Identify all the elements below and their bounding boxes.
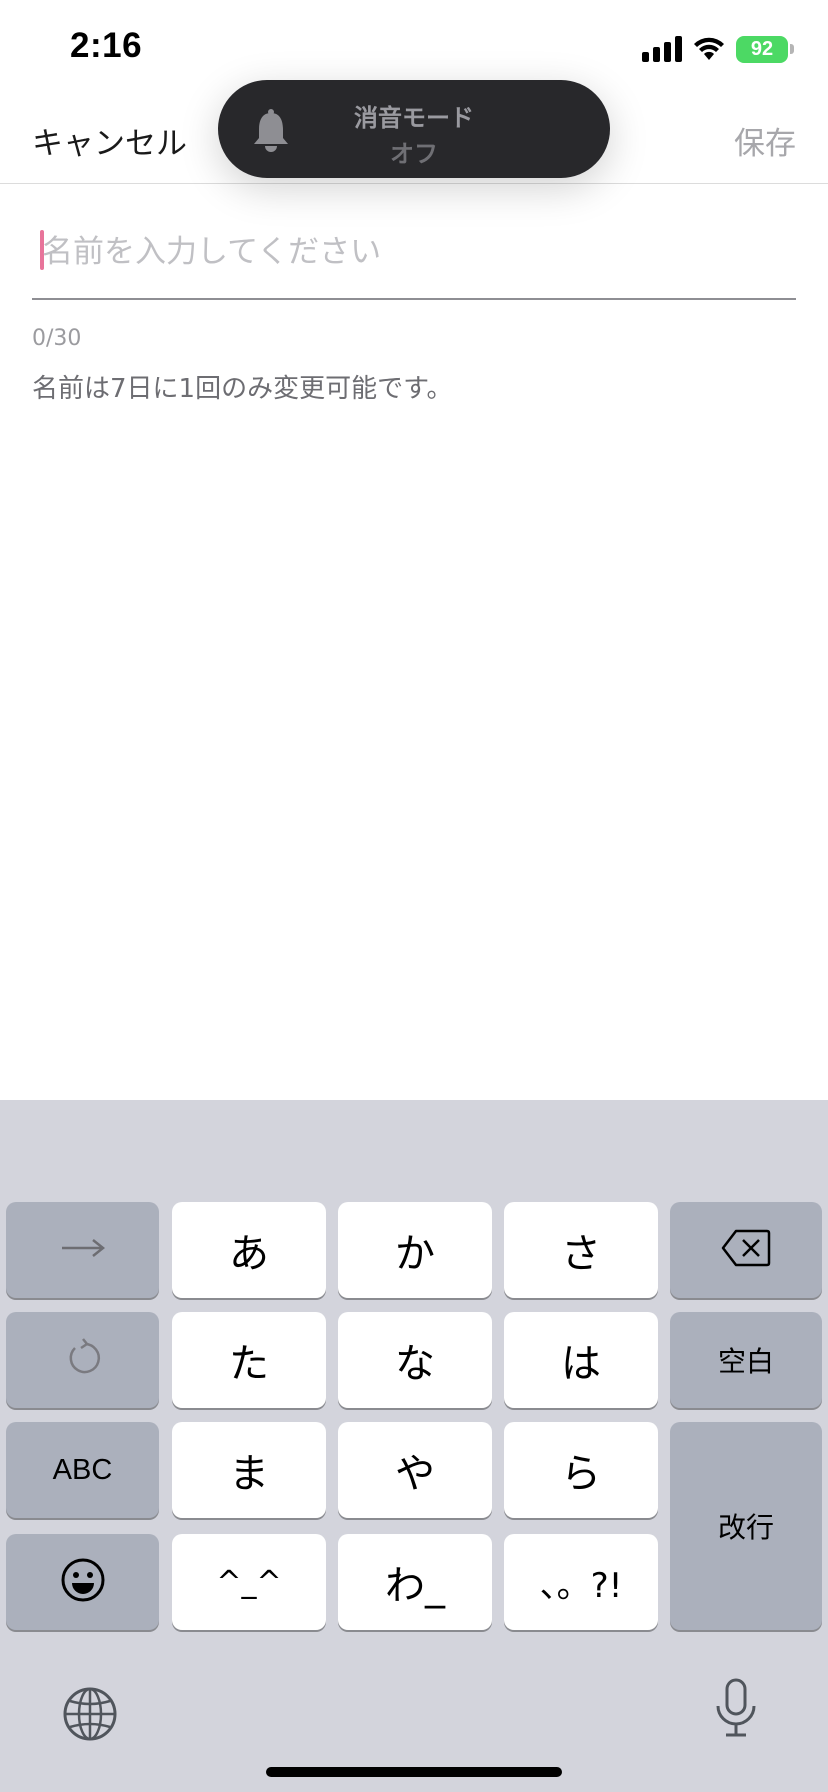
kana-key-ma[interactable]: ま (172, 1422, 326, 1518)
microphone-icon[interactable] (714, 1678, 758, 1742)
kaomoji-key[interactable]: ^_^ (172, 1534, 326, 1630)
return-key[interactable]: 改行 (670, 1422, 822, 1630)
kana-key-a[interactable]: あ (172, 1202, 326, 1298)
kana-key-ka[interactable]: か (338, 1202, 492, 1298)
emoji-icon (60, 1557, 106, 1607)
delete-key[interactable] (670, 1202, 822, 1298)
silent-mode-title: 消音モード (354, 104, 474, 132)
cancel-button[interactable]: キャンセル (32, 118, 187, 163)
name-input[interactable] (42, 228, 782, 276)
delete-icon (721, 1229, 771, 1271)
kana-key-ra[interactable]: ら (504, 1422, 658, 1518)
undo-key[interactable] (6, 1312, 159, 1408)
undo-icon (63, 1338, 103, 1382)
space-key[interactable]: 空白 (670, 1312, 822, 1408)
kana-key-na[interactable]: な (338, 1312, 492, 1408)
name-field[interactable] (32, 218, 796, 300)
character-counter: 0/30 (32, 326, 82, 351)
battery-charging-icon: 92 (736, 35, 794, 63)
globe-icon[interactable] (62, 1686, 118, 1746)
japanese-keyboard: あ か さ た な は 空白 ABC ま や ら 改行 ^_^ わ_ 、。?! (0, 1100, 828, 1792)
wifi-icon (692, 36, 726, 62)
save-button[interactable]: 保存 (734, 118, 796, 163)
name-change-note: 名前は7日に1回のみ変更可能です。 (32, 374, 453, 404)
nav-divider (0, 183, 828, 184)
status-icons: 92 (642, 34, 794, 64)
kana-key-ha[interactable]: は (504, 1312, 658, 1408)
right-arrow-icon (60, 1238, 106, 1262)
next-char-key[interactable] (6, 1202, 159, 1298)
kana-key-ta[interactable]: た (172, 1312, 326, 1408)
silent-mode-status: オフ (390, 140, 438, 168)
kana-key-sa[interactable]: さ (504, 1202, 658, 1298)
battery-level: 92 (736, 35, 788, 63)
signal-icon (642, 36, 682, 62)
status-time: 2:16 (70, 26, 143, 65)
punctuation-key[interactable]: 、。?! (504, 1534, 658, 1630)
silent-mode-banner: 消音モード オフ (218, 80, 610, 178)
kana-key-wa[interactable]: わ_ (338, 1534, 492, 1630)
emoji-key[interactable] (6, 1534, 159, 1630)
kana-key-ya[interactable]: や (338, 1422, 492, 1518)
home-indicator[interactable] (266, 1767, 562, 1777)
abc-key[interactable]: ABC (6, 1422, 159, 1518)
screen: 2:16 92 キャンセル 保存 消音モード オフ 名前を入力してください 0/… (0, 0, 828, 1792)
